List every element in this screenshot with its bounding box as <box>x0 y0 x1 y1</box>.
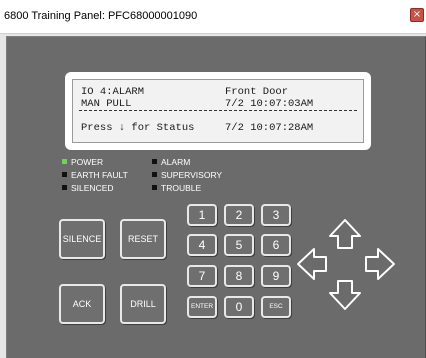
earth-fault-indicator: EARTH FAULT <box>62 170 128 180</box>
trouble-led <box>152 185 157 190</box>
earth-fault-label: EARTH FAULT <box>71 170 128 180</box>
enter-button[interactable]: ENTER <box>187 296 217 318</box>
supervisory-label: SUPERVISORY <box>161 170 223 180</box>
up-arrow-icon[interactable] <box>329 219 361 249</box>
power-led <box>62 159 67 164</box>
silence-button[interactable]: SILENCE <box>59 219 105 259</box>
supervisory-indicator: SUPERVISORY <box>152 170 222 180</box>
key-0-button[interactable]: 0 <box>224 296 254 318</box>
lcd-line-1-right: Front Door <box>225 86 289 98</box>
key-7-button[interactable]: 7 <box>187 265 217 287</box>
lcd-line-3-right: 7/2 10:07:28AM <box>225 122 314 134</box>
silenced-led <box>62 185 67 190</box>
key-4-button[interactable]: 4 <box>187 234 217 256</box>
lcd-line-1-left: IO 4:ALARM <box>81 86 145 98</box>
key-2-button[interactable]: 2 <box>224 204 254 226</box>
key-9-button[interactable]: 9 <box>261 265 291 287</box>
lcd-display: IO 4:ALARM Front Door MAN PULL 7/2 10:07… <box>72 79 364 143</box>
alarm-led <box>152 159 157 164</box>
key-3-button[interactable]: 3 <box>261 204 291 226</box>
power-label: POWER <box>71 157 104 167</box>
key-6-button[interactable]: 6 <box>261 234 291 256</box>
title-bar: 6800 Training Panel: PFC68000001090 × <box>0 0 426 34</box>
lcd-divider <box>79 110 357 111</box>
lcd-line-2-right: 7/2 10:07:03AM <box>225 98 314 110</box>
silenced-indicator: SILENCED <box>62 183 114 193</box>
reset-button[interactable]: RESET <box>120 219 166 259</box>
key-5-button[interactable]: 5 <box>224 234 254 256</box>
ack-button[interactable]: ACK <box>59 284 105 324</box>
esc-button[interactable]: ESC <box>261 296 291 318</box>
down-arrow-icon[interactable] <box>329 280 361 310</box>
left-arrow-icon[interactable] <box>297 248 327 280</box>
close-icon[interactable]: × <box>410 8 424 22</box>
key-1-button[interactable]: 1 <box>187 204 217 226</box>
trouble-indicator: TROUBLE <box>152 183 201 193</box>
lcd-line-2-left: MAN PULL <box>81 98 132 110</box>
silenced-label: SILENCED <box>71 183 114 193</box>
drill-button[interactable]: DRILL <box>120 284 166 324</box>
supervisory-led <box>152 172 157 177</box>
trouble-label: TROUBLE <box>161 183 202 193</box>
key-8-button[interactable]: 8 <box>224 265 254 287</box>
lcd-line-3-left: Press ↓ for Status <box>81 122 195 134</box>
window-title: 6800 Training Panel: PFC68000001090 <box>4 10 198 22</box>
right-arrow-icon[interactable] <box>365 248 395 280</box>
power-indicator: POWER <box>62 157 103 167</box>
arrow-keypad <box>297 219 395 310</box>
alarm-indicator: ALARM <box>152 157 190 167</box>
alarm-label: ALARM <box>161 157 191 167</box>
earth-fault-led <box>62 172 67 177</box>
